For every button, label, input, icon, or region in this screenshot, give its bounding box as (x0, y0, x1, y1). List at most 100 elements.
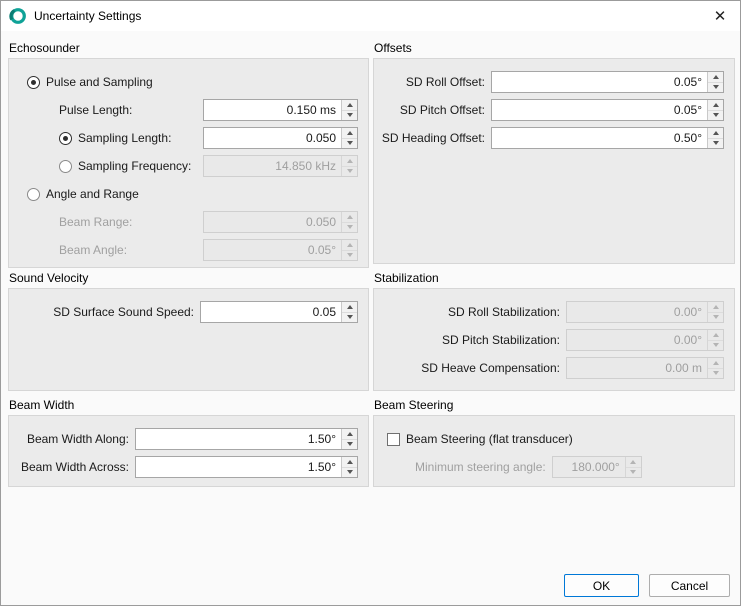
spin-up-icon (626, 457, 641, 467)
beam-width-title: Beam Width (8, 398, 369, 415)
sd-heave-compensation-label: SD Heave Compensation: (421, 361, 560, 375)
sampling-frequency-radio[interactable] (59, 160, 72, 173)
spin-down-icon[interactable] (708, 110, 723, 121)
sd-surface-sound-speed-value[interactable]: 0.05 (201, 302, 341, 322)
group-offsets: Offsets SD Roll Offset: 0.05° (373, 41, 735, 264)
spinner-buttons (707, 330, 723, 350)
beam-angle-label: Beam Angle: (59, 243, 127, 257)
spinner-buttons (707, 72, 723, 92)
beam-range-value: 0.050 (204, 212, 341, 232)
beam-width-along-spinbox[interactable]: 1.50° (135, 428, 358, 450)
spin-up-icon[interactable] (342, 429, 357, 439)
sd-pitch-stabilization-row: SD Pitch Stabilization: 0.00° (374, 329, 734, 351)
sd-pitch-offset-spinbox[interactable]: 0.05° (491, 99, 724, 121)
spin-up-icon (708, 302, 723, 312)
group-stabilization: Stabilization SD Roll Stabilization: 0.0… (373, 271, 735, 391)
echosounder-title: Echosounder (8, 41, 369, 58)
spin-up-icon[interactable] (708, 72, 723, 82)
spinner-buttons (341, 457, 357, 477)
beam-width-across-label: Beam Width Across: (21, 460, 129, 474)
spinner-buttons (625, 457, 641, 477)
spin-down-icon[interactable] (708, 138, 723, 149)
beam-steering-body: Beam Steering (flat transducer) Minimum … (373, 415, 735, 487)
pulse-length-spinbox[interactable]: 0.150 ms (203, 99, 358, 121)
sampling-length-row: Sampling Length: 0.050 (59, 127, 368, 149)
offsets-body: SD Roll Offset: 0.05° SD Pitch Offset: (373, 58, 735, 264)
sampling-length-spinbox[interactable]: 0.050 (203, 127, 358, 149)
spin-up-icon[interactable] (708, 100, 723, 110)
spin-down-icon[interactable] (342, 110, 357, 121)
sd-roll-offset-spinbox[interactable]: 0.05° (491, 71, 724, 93)
sd-surface-sound-speed-row: SD Surface Sound Speed: 0.05 (9, 301, 368, 323)
beam-width-body: Beam Width Along: 1.50° Beam Width Acros… (8, 415, 369, 487)
beam-steering-checkbox-row[interactable]: Beam Steering (flat transducer) (387, 428, 734, 450)
sd-heading-offset-label: SD Heading Offset: (382, 131, 485, 145)
sd-heading-offset-spinbox[interactable]: 0.50° (491, 127, 724, 149)
sd-heave-compensation-value: 0.00 m (567, 358, 707, 378)
beam-width-across-value[interactable]: 1.50° (136, 457, 341, 477)
sampling-length-value[interactable]: 0.050 (204, 128, 341, 148)
ok-button[interactable]: OK (564, 574, 639, 597)
spin-up-icon[interactable] (342, 100, 357, 110)
spin-down-icon (342, 250, 357, 261)
angle-and-range-radio[interactable] (27, 188, 40, 201)
pulse-length-value[interactable]: 0.150 ms (204, 100, 341, 120)
minimum-steering-angle-label: Minimum steering angle: (415, 460, 546, 474)
sound-velocity-title: Sound Velocity (8, 271, 369, 288)
spinner-buttons (341, 302, 357, 322)
spin-down-icon (342, 166, 357, 177)
sd-roll-stabilization-spinbox: 0.00° (566, 301, 724, 323)
spin-up-icon[interactable] (342, 128, 357, 138)
spin-down-icon[interactable] (342, 439, 357, 450)
spin-up-icon[interactable] (342, 302, 357, 312)
spin-up-icon (708, 358, 723, 368)
beam-width-along-value[interactable]: 1.50° (136, 429, 341, 449)
spin-down-icon[interactable] (342, 467, 357, 478)
pulse-and-sampling-radio[interactable] (27, 76, 40, 89)
beam-width-along-row: Beam Width Along: 1.50° (9, 428, 368, 450)
angle-and-range-option[interactable]: Angle and Range (27, 183, 368, 205)
beam-steering-title: Beam Steering (373, 398, 735, 415)
sd-pitch-stabilization-label: SD Pitch Stabilization: (442, 333, 560, 347)
beam-steering-checkbox[interactable] (387, 433, 400, 446)
pulse-and-sampling-option[interactable]: Pulse and Sampling (27, 71, 368, 93)
sd-pitch-offset-value[interactable]: 0.05° (492, 100, 707, 120)
close-icon[interactable]: ✕ (700, 1, 740, 31)
echosounder-body: Pulse and Sampling Pulse Length: 0.150 m… (8, 58, 369, 268)
beam-width-across-spinbox[interactable]: 1.50° (135, 456, 358, 478)
sd-roll-offset-value[interactable]: 0.05° (492, 72, 707, 92)
settings-grid: Echosounder Pulse and Sampling Pulse Len… (8, 41, 733, 487)
sd-roll-stabilization-row: SD Roll Stabilization: 0.00° (374, 301, 734, 323)
spinner-buttons (707, 100, 723, 120)
spin-down-icon[interactable] (708, 82, 723, 93)
spinner-buttons (341, 240, 357, 260)
sampling-frequency-value: 14.850 kHz (204, 156, 341, 176)
spinner-buttons (341, 128, 357, 148)
spin-up-icon[interactable] (342, 457, 357, 467)
group-beam-width: Beam Width Beam Width Along: 1.50° (8, 398, 369, 487)
group-sound-velocity: Sound Velocity SD Surface Sound Speed: 0… (8, 271, 369, 391)
sd-heading-offset-row: SD Heading Offset: 0.50° (374, 127, 734, 149)
spin-down-icon (708, 368, 723, 379)
spin-up-icon[interactable] (708, 128, 723, 138)
pulse-and-sampling-label: Pulse and Sampling (46, 75, 153, 89)
beam-range-row: Beam Range: 0.050 (59, 211, 368, 233)
sd-surface-sound-speed-spinbox[interactable]: 0.05 (200, 301, 358, 323)
spin-up-icon (342, 156, 357, 166)
spinner-buttons (341, 156, 357, 176)
sd-surface-sound-speed-label: SD Surface Sound Speed: (53, 305, 194, 319)
sd-roll-offset-row: SD Roll Offset: 0.05° (374, 71, 734, 93)
spin-down-icon[interactable] (342, 312, 357, 323)
sampling-frequency-label: Sampling Frequency: (78, 159, 191, 173)
cancel-button[interactable]: Cancel (649, 574, 730, 597)
beam-steering-checkbox-label: Beam Steering (flat transducer) (406, 432, 573, 446)
spin-down-icon (626, 467, 641, 478)
beam-angle-spinbox: 0.05° (203, 239, 358, 261)
sampling-length-radio[interactable] (59, 132, 72, 145)
minimum-steering-angle-spinbox: 180.000° (552, 456, 642, 478)
minimum-steering-angle-row: Minimum steering angle: 180.000° (415, 456, 734, 478)
sd-heading-offset-value[interactable]: 0.50° (492, 128, 707, 148)
dialog-button-bar: OK Cancel (8, 574, 733, 597)
pulse-length-label: Pulse Length: (59, 103, 132, 117)
spin-down-icon[interactable] (342, 138, 357, 149)
